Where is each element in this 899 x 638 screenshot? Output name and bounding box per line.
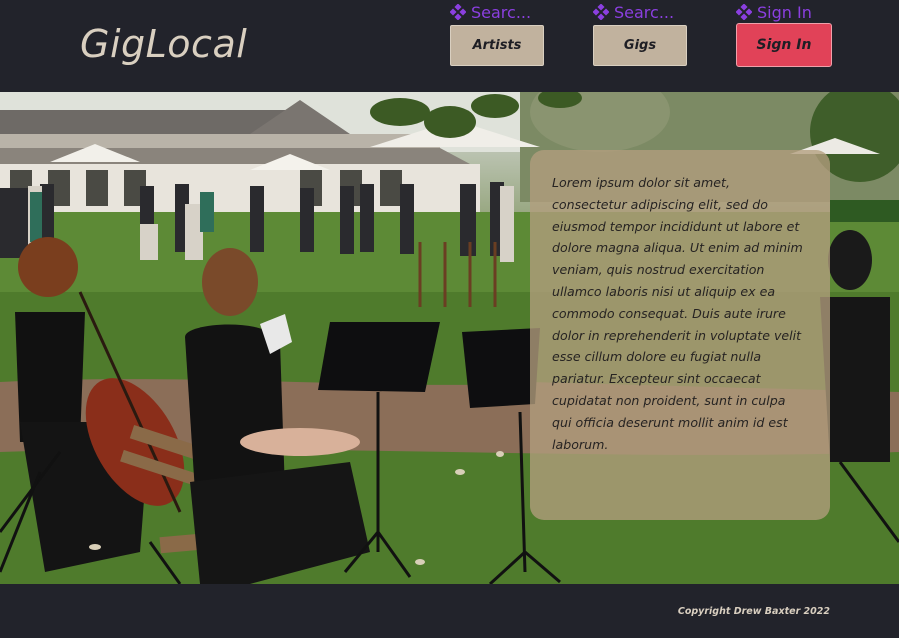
diamond-icon <box>736 4 752 20</box>
gigs-button[interactable]: Gigs <box>593 25 687 66</box>
search-gigs-label: Searc... <box>614 2 675 22</box>
nav-group-gigs: Searc... Gigs <box>593 0 689 66</box>
nav-group-artists: Searc... Artists <box>450 0 546 66</box>
copyright-text: Copyright Drew Baxter 2022 <box>677 606 830 617</box>
diamond-icon <box>593 4 609 20</box>
site-footer: Copyright Drew Baxter 2022 <box>0 584 899 638</box>
site-logo[interactable]: GigLocal <box>80 22 247 66</box>
search-artists-link[interactable]: Searc... <box>450 0 546 24</box>
hero-section: Lorem ipsum dolor sit amet, consectetur … <box>0 92 899 584</box>
sign-in-link[interactable]: Sign In <box>736 0 832 24</box>
sign-in-link-label: Sign In <box>757 2 812 22</box>
search-artists-label: Searc... <box>471 2 532 22</box>
nav-group-signin: Sign In Sign In <box>736 0 832 67</box>
search-gigs-link[interactable]: Searc... <box>593 0 689 24</box>
hero-text-card: Lorem ipsum dolor sit amet, consectetur … <box>530 150 830 520</box>
hero-description: Lorem ipsum dolor sit amet, consectetur … <box>552 175 803 452</box>
diamond-icon <box>450 4 466 20</box>
site-header: GigLocal Searc... Artists Searc... Gigs … <box>0 0 899 92</box>
sign-in-button[interactable]: Sign In <box>736 23 832 67</box>
artists-button[interactable]: Artists <box>450 25 544 66</box>
